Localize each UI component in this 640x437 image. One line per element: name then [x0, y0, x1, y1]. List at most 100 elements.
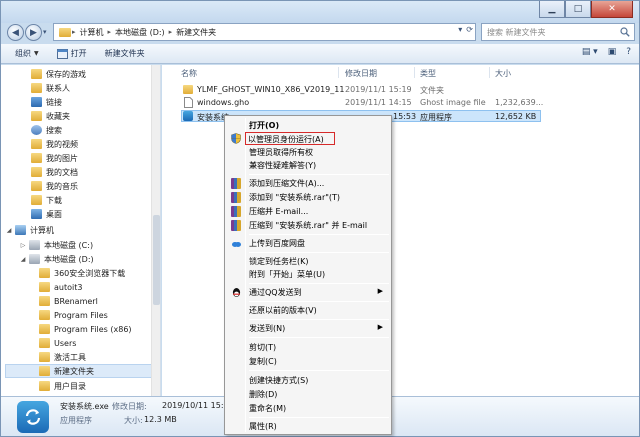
sidebar-item-music[interactable]: 我的音乐: [31, 179, 78, 193]
sidebar-item-videos[interactable]: 我的视频: [31, 137, 78, 151]
new-folder-label: 新建文件夹: [104, 49, 145, 58]
column-header-type[interactable]: 类型: [420, 68, 436, 79]
breadcrumb-new-folder[interactable]: 新建文件夹: [173, 27, 219, 38]
menu-item-copy[interactable]: 复制(C): [227, 355, 389, 368]
menu-item-compress-email[interactable]: 压缩并 E-mail...: [227, 205, 389, 218]
navigation-row: ◀ ▶ ▾ ▸ 计算机 ▸ 本地磁盘 (D:) ▸ 新建文件夹 ▾ ⟳ 搜索 新…: [1, 23, 639, 42]
menu-item-label: 附到「开始」菜单(U): [249, 270, 326, 279]
sidebar-item-program-files[interactable]: Program Files: [39, 308, 108, 322]
forward-arrow-icon: ▶: [30, 27, 37, 38]
sidebar-item-contacts[interactable]: 联系人: [31, 81, 70, 95]
menu-item-upload-baidu[interactable]: 上传到百度网盘: [227, 237, 389, 250]
rar-icon: [231, 178, 242, 189]
sidebar-item-label: 收藏夹: [46, 111, 70, 121]
menu-item-cut[interactable]: 剪切(T): [227, 341, 389, 354]
menu-item-create-shortcut[interactable]: 创建快捷方式(S): [227, 374, 389, 387]
address-dropdown-icon[interactable]: ▾: [458, 25, 462, 34]
menu-item-add-to-rar[interactable]: 添加到 "安装系统.rar"(T): [227, 191, 389, 204]
sidebar-item-brenamerl[interactable]: BRenamerl: [39, 294, 98, 308]
menu-item-take-ownership[interactable]: 管理员取得所有权: [227, 146, 389, 159]
menu-item-send-to[interactable]: 发送到(N) ▶: [227, 322, 389, 335]
folder-icon: [39, 268, 50, 278]
menu-item-rename[interactable]: 重命名(M): [227, 402, 389, 415]
sidebar-item-desktop[interactable]: 桌面: [31, 207, 62, 221]
chevron-down-icon: ▼: [34, 50, 39, 57]
menu-item-compress-rar-email[interactable]: 压缩到 "安装系统.rar" 并 E-mail: [227, 219, 389, 232]
menu-item-restore-previous[interactable]: 还原以前的版本(V): [227, 304, 389, 317]
sidebar-item-label: 新建文件夹: [54, 366, 94, 376]
menu-item-label: 添加到 "安装系统.rar"(T): [249, 193, 341, 202]
sidebar-item-saved-games[interactable]: 保存的游戏: [31, 67, 86, 81]
sidebar-item-activation-tools[interactable]: 激活工具: [39, 350, 86, 364]
menu-item-open[interactable]: 打开(O): [227, 119, 389, 132]
search-input[interactable]: 搜索 新建文件夹: [481, 23, 635, 41]
sidebar-item-label: 搜索: [46, 125, 62, 135]
sidebar-item-downloads[interactable]: 下载: [31, 193, 62, 207]
sidebar-item-favorites[interactable]: 收藏夹: [31, 109, 70, 123]
menu-item-pin-start[interactable]: 附到「开始」菜单(U): [227, 268, 389, 281]
menu-item-label: 还原以前的版本(V): [249, 306, 317, 315]
column-divider[interactable]: [414, 67, 415, 78]
menu-item-send-via-qq[interactable]: 通过QQ发送到 ▶: [227, 286, 389, 299]
breadcrumb-drive-d[interactable]: 本地磁盘 (D:): [112, 27, 168, 38]
forward-button[interactable]: ▶: [25, 24, 42, 41]
sidebar-item-searches[interactable]: 搜索: [31, 123, 62, 137]
sidebar-item-links[interactable]: 链接: [31, 95, 62, 109]
open-button[interactable]: 打开: [56, 48, 87, 59]
menu-item-pin-taskbar[interactable]: 锁定到任务栏(K): [227, 255, 389, 268]
refresh-icon[interactable]: ⟳: [466, 25, 473, 34]
sidebar-item-documents[interactable]: 我的文档: [31, 165, 78, 179]
new-folder-button[interactable]: 新建文件夹: [105, 48, 145, 59]
column-header-name[interactable]: 名称: [181, 68, 197, 79]
sidebar-item-drive-c[interactable]: ▷ 本地磁盘 (C:): [19, 238, 93, 252]
preview-pane-icon[interactable]: ▣: [608, 47, 617, 57]
sidebar-item-label: Program Files: [54, 310, 108, 320]
minimize-button[interactable]: ▁: [539, 1, 565, 18]
navigation-scrollbar[interactable]: [151, 65, 160, 396]
details-size-label: 大小:: [124, 416, 143, 425]
address-bar[interactable]: ▸ 计算机 ▸ 本地磁盘 (D:) ▸ 新建文件夹 ▾ ⟳: [53, 23, 476, 41]
file-row-ylmf-folder[interactable]: YLMF_GHOST_WIN10_X86_V2019_11 2019/11/1 …: [181, 84, 541, 96]
column-header-modified[interactable]: 修改日期: [345, 68, 377, 79]
music-icon: [31, 181, 42, 191]
file-modified: 2019/11/1 15:19: [345, 85, 412, 94]
sidebar-item-program-files-x86[interactable]: Program Files (x86): [39, 322, 132, 336]
file-row-windows-gho[interactable]: windows.gho 2019/11/1 14:15 Ghost image …: [181, 97, 543, 109]
sidebar-item-drive-d[interactable]: ◢ 本地磁盘 (D:): [19, 252, 94, 266]
folder-icon: [39, 352, 50, 362]
sidebar-item-autoit3[interactable]: autoit3: [39, 280, 82, 294]
chevron-right-icon[interactable]: ▷: [19, 242, 27, 249]
shield-icon: [231, 133, 241, 144]
chevron-down-icon[interactable]: ◢: [19, 256, 27, 263]
sidebar-item-users[interactable]: Users: [39, 336, 76, 350]
details-modified-value: 2019/10/11 15:53: [162, 401, 234, 410]
folder-icon: [39, 381, 50, 391]
cloud-icon: [232, 242, 241, 247]
sidebar-item-360-downloads[interactable]: 360安全浏览器下载: [39, 266, 125, 280]
menu-item-properties[interactable]: 属性(R): [227, 420, 389, 433]
sidebar-item-user-directory[interactable]: 用户目录: [39, 379, 86, 393]
column-header-size[interactable]: 大小: [495, 68, 511, 79]
column-divider[interactable]: [338, 67, 339, 78]
close-button[interactable]: ✕: [591, 1, 633, 18]
sidebar-item-pictures[interactable]: 我的图片: [31, 151, 78, 165]
scrollbar-thumb[interactable]: [153, 215, 160, 305]
back-button[interactable]: ◀: [7, 24, 24, 41]
sidebar-item-new-folder[interactable]: 新建文件夹: [5, 364, 157, 378]
organize-menu[interactable]: 组织 ▼: [15, 48, 39, 59]
view-options-icon[interactable]: ▤ ▾: [582, 47, 598, 57]
menu-item-add-to-archive[interactable]: 添加到压缩文件(A)...: [227, 177, 389, 190]
column-divider[interactable]: [489, 67, 490, 78]
menu-item-run-as-admin[interactable]: 以管理员身份运行(A): [245, 132, 335, 145]
sidebar-item-label: 本地磁盘 (C:): [44, 240, 94, 250]
help-icon[interactable]: ?: [626, 47, 631, 57]
chevron-down-icon[interactable]: ◢: [5, 227, 13, 234]
maximize-button[interactable]: □: [565, 1, 591, 18]
contacts-icon: [31, 83, 42, 93]
menu-item-compatibility[interactable]: 兼容性疑难解答(Y): [227, 159, 389, 172]
breadcrumb-computer[interactable]: 计算机: [77, 27, 107, 38]
sidebar-item-label: BRenamerl: [54, 296, 98, 306]
menu-item-delete[interactable]: 删除(D): [227, 388, 389, 401]
recent-pages-dropdown[interactable]: ▾: [43, 28, 47, 36]
sidebar-item-computer[interactable]: ◢ 计算机: [5, 223, 54, 237]
